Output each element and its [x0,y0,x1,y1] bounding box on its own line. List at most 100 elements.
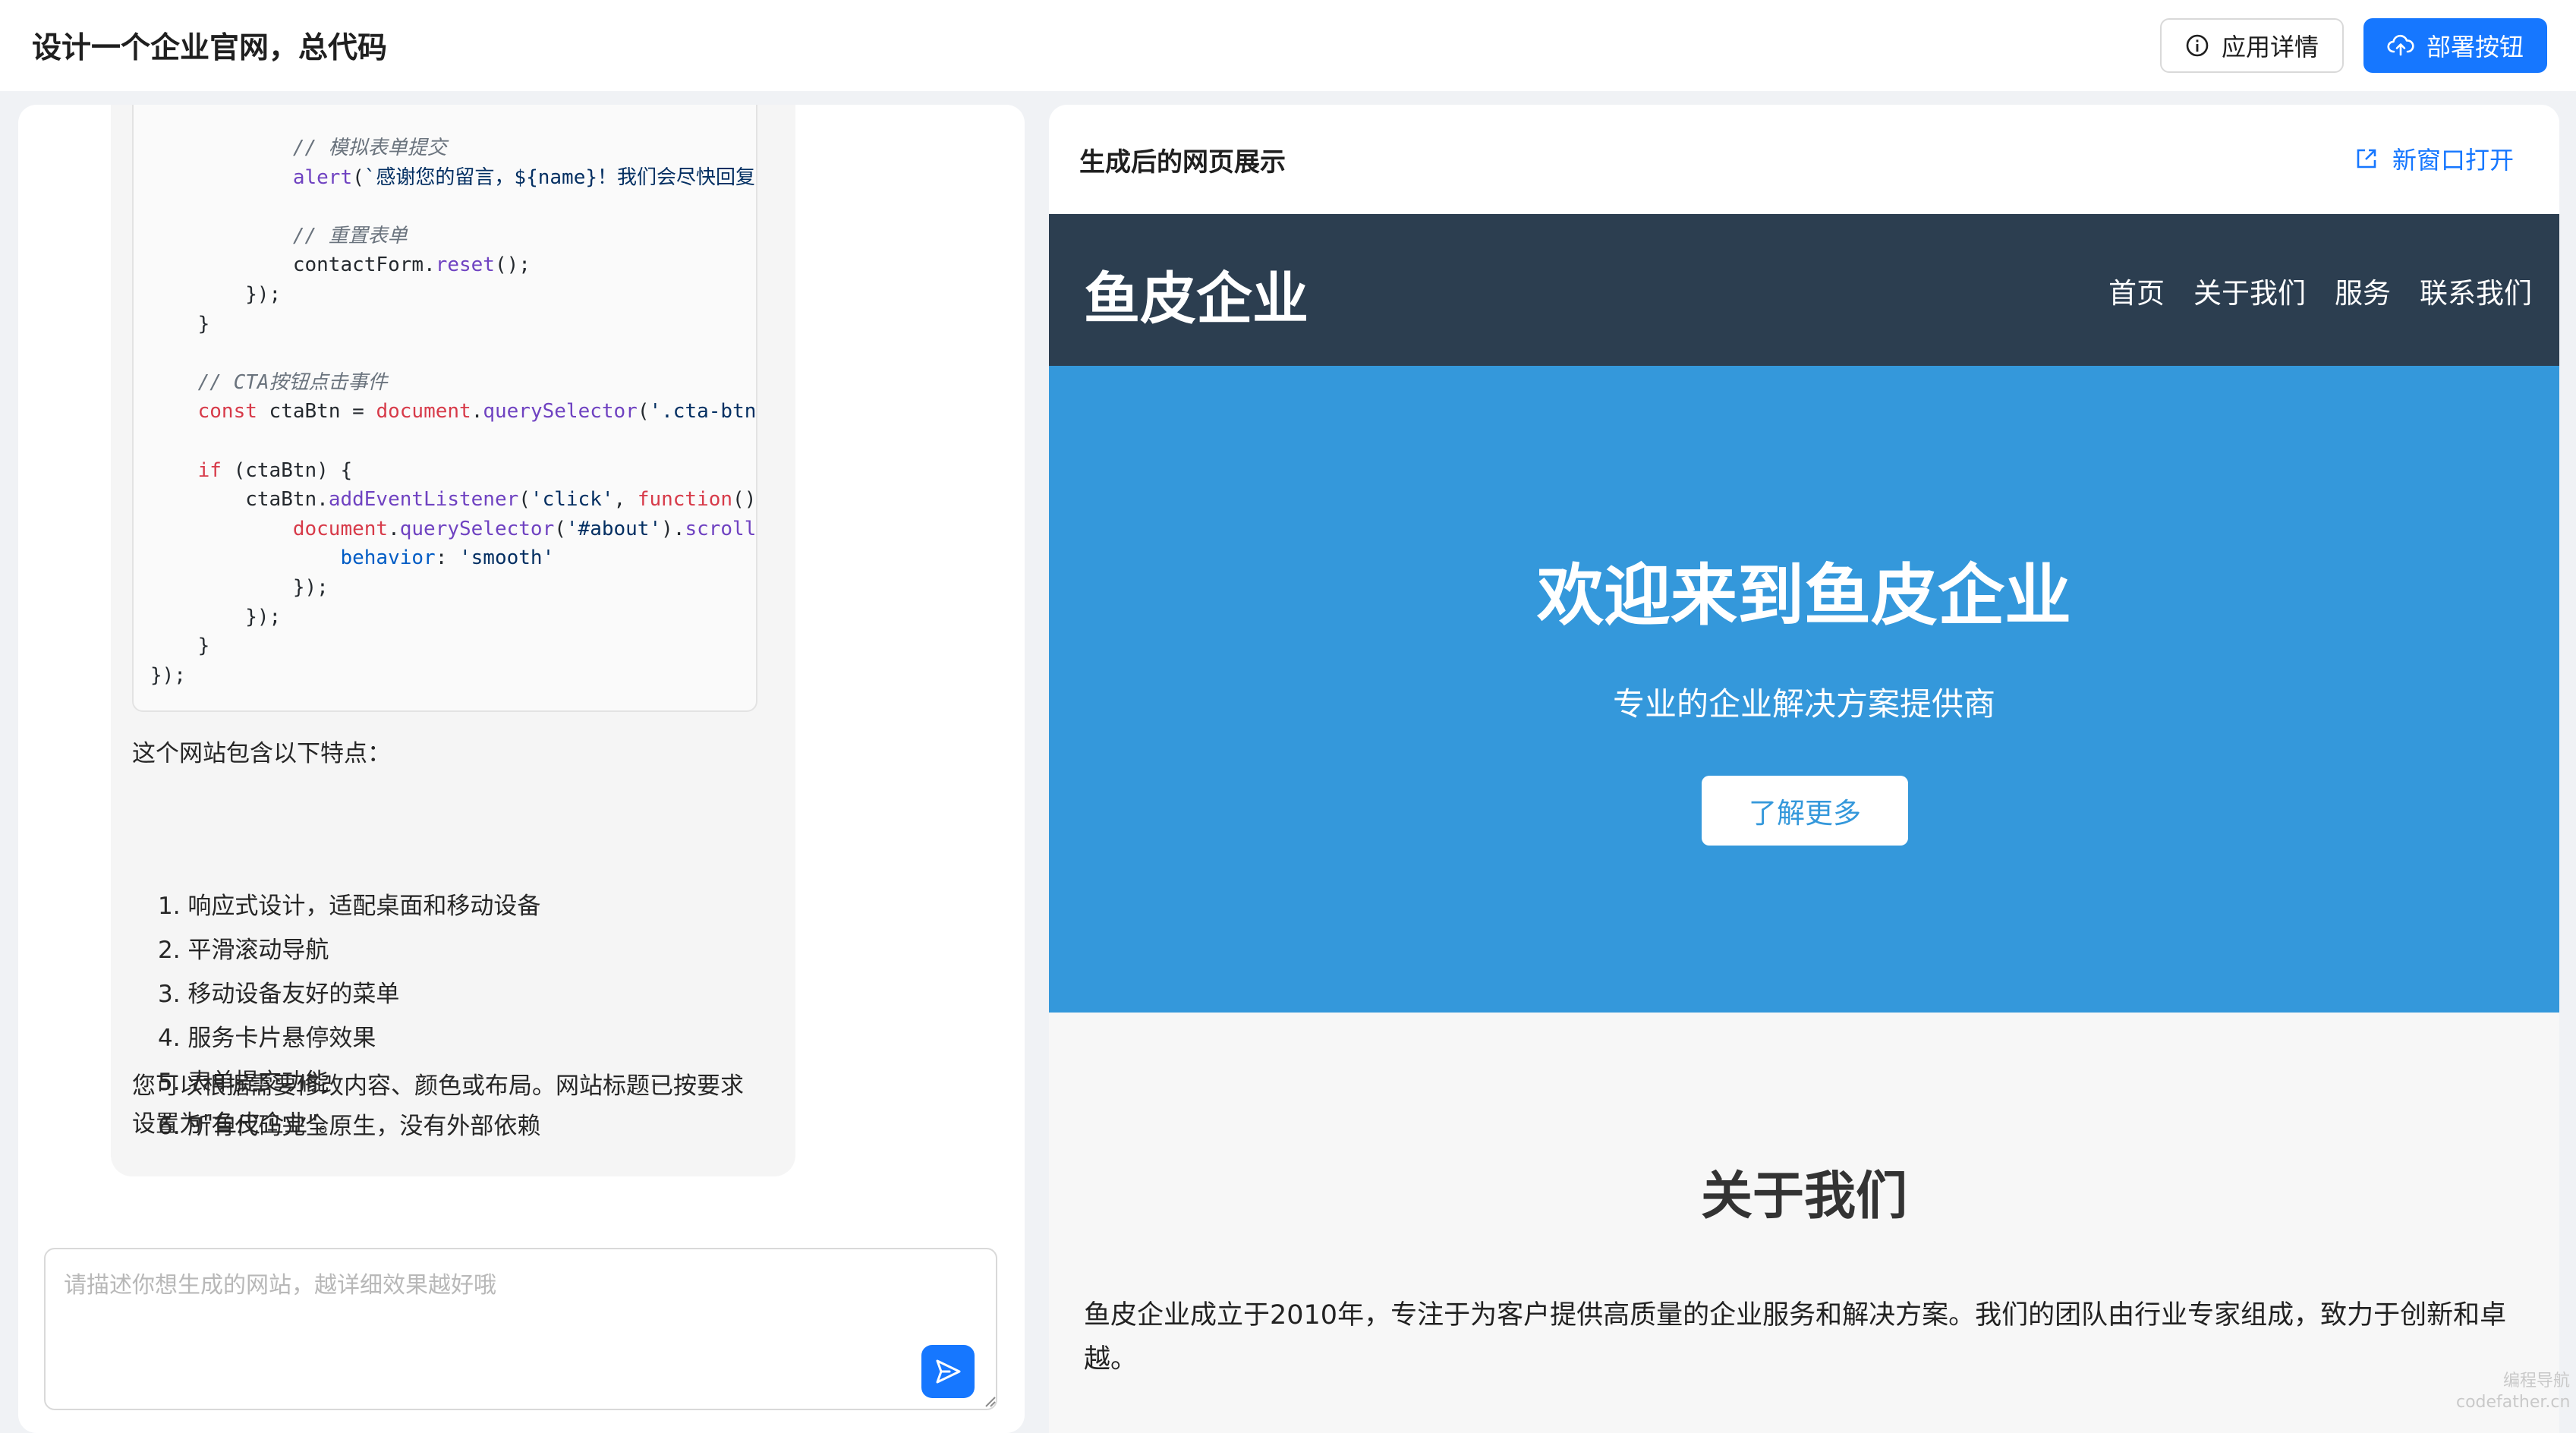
code-token: querySelector [483,400,638,424]
send-icon [936,1359,961,1384]
code-token: }); [150,663,186,687]
code-token: // CTA按钮点击事件 [197,370,388,394]
code-token: behavior [340,546,436,570]
site-menu-services[interactable]: 服务 [2335,270,2391,311]
watermark-line-1: 编程导航 [2502,1372,2570,1390]
code-block[interactable]: // 模拟表单提交 alert(`感谢您的留言，${name}！我们会尽快回复您… [132,105,757,712]
info-icon [2186,34,2209,57]
code-line: // 重置表单 [150,222,408,250]
code-token: // 模拟表单提交 [292,137,447,159]
open-new-window-link[interactable]: 新窗口打开 [2354,141,2514,176]
code-token: if [197,458,222,482]
code-line: const ctaBtn = document.querySelector('.… [150,397,757,426]
hero-subtitle: 专业的企业解决方案提供商 [1612,685,1995,723]
code-token: ( [352,165,364,189]
code-token: ( [637,400,650,424]
code-token: (); [494,254,531,277]
code-token: const [197,400,257,424]
site-navbar: 鱼皮企业 首页 关于我们 服务 联系我们 [1049,214,2559,366]
closing-text: 您可以根据需要修改内容、颜色或布局。网站标题已按要求 设置为"鱼皮企业"。 [132,1067,785,1143]
preview-panel: 生成后的网页展示 新窗口打开 鱼皮企业 首页 关于我们 服务 联系我们 欢迎来到… [1049,105,2559,1433]
app-detail-button[interactable]: 应用详情 [2160,18,2344,73]
site-about-section: 关于我们 鱼皮企业成立于2010年，专注于为客户提供高质量的企业服务和解决方案。… [1049,1013,2559,1433]
code-line: } [150,631,210,660]
prompt-placeholder: 请描述你想生成的网站，越详细效果越好哦 [64,1272,496,1299]
page-title: 设计一个企业官网，总代码 [32,31,388,65]
code-token: ( [518,488,531,512]
code-line: }); [150,603,281,631]
closing-line-1: 您可以根据需要修改内容、颜色或布局。网站标题已按要求 [132,1072,744,1100]
code-token: '.cta-btn' [649,400,757,424]
feature-item: 2. 平滑滚动导航 [158,937,329,964]
code-token: (ctaBtn) { [221,458,353,482]
code-line: // CTA按钮点击事件 [150,368,388,397]
code-token: contactForm. [292,254,436,277]
code-line: if (ctaBtn) { [150,456,353,485]
code-token: addEventListener [328,488,519,512]
code-token: reset [435,254,495,277]
code-line: ctaBtn.addEventListener('click', functio… [150,485,757,514]
code-token: scrollIntoView [685,517,757,540]
watermark: 编程导航 codefather.cn [2456,1371,2570,1413]
code-token: ctaBtn = [257,400,376,424]
site-menu-contact[interactable]: 联系我们 [2420,270,2532,311]
hero-learn-more-button[interactable]: 了解更多 [1702,776,1908,846]
code-token: alert [292,165,353,189]
about-title: 关于我们 [1700,1167,1907,1227]
code-line: }); [150,280,281,309]
top-bar: 设计一个企业官网，总代码 应用详情 部署按钮 [0,0,2576,91]
code-token: '#about' [565,517,662,540]
preview-title: 生成后的网页展示 [1079,147,1286,178]
feature-item: 3. 移动设备友好的菜单 [158,981,400,1008]
code-line: alert(`感谢您的留言，${name}！我们会尽快回复您。`); [150,163,756,192]
site-menu-home[interactable]: 首页 [2108,270,2165,311]
cloud-upload-icon [2387,34,2414,56]
about-text: 鱼皮企业成立于2010年，专注于为客户提供高质量的企业服务和解决方案。我们的团队… [1084,1300,2507,1375]
site-hero: 欢迎来到鱼皮企业 专业的企业解决方案提供商 了解更多 [1049,366,2559,1013]
app-detail-label: 应用详情 [2221,33,2319,61]
code-token: document [376,400,471,424]
site-menu-about[interactable]: 关于我们 [2193,270,2306,311]
code-token: , [613,488,638,512]
preview-header: 生成后的网页展示 新窗口打开 [1049,105,2559,214]
chat-panel[interactable]: // 模拟表单提交 alert(`感谢您的留言，${name}！我们会尽快回复您… [18,105,1025,1433]
code-token: document [292,517,389,540]
code-token: 'smooth' [459,546,555,570]
send-button[interactable] [921,1345,975,1398]
code-token: } [197,635,210,658]
code-token: ( [554,517,566,540]
code-token: ). [661,517,685,540]
code-token: ctaBtn. [245,488,329,512]
deploy-button[interactable]: 部署按钮 [2363,18,2547,73]
code-line: }); [150,573,329,602]
code-token: } [197,312,210,335]
watermark-line-2: codefather.cn [2456,1393,2571,1412]
code-line: // 模拟表单提交 [150,134,447,162]
site-logo[interactable]: 鱼皮企业 [1084,254,1308,335]
code-line: document.querySelector('#about').scrollI… [150,515,757,543]
code-line: } [150,310,210,339]
resize-handle-icon[interactable] [982,1394,996,1407]
code-token: }); [245,283,282,306]
features-intro: 这个网站包含以下特点： [132,740,391,767]
code-token: 'click' [530,488,614,512]
code-line: }); [150,661,186,690]
feature-item: 1. 响应式设计，适配桌面和移动设备 [158,893,541,920]
open-new-window-label: 新窗口打开 [2392,146,2515,175]
prompt-input[interactable]: 请描述你想生成的网站，越详细效果越好哦 [44,1248,997,1410]
deploy-label: 部署按钮 [2426,33,2524,61]
code-token: . [471,400,483,424]
code-token: () { [732,488,757,512]
